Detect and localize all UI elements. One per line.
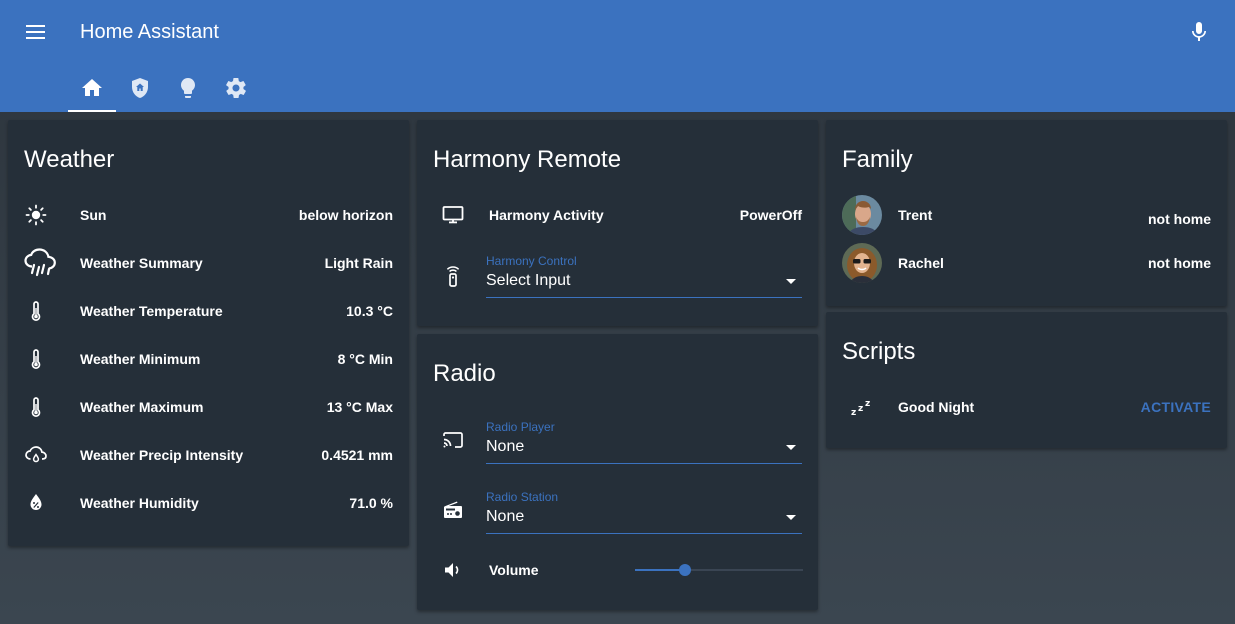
thermometer-icon [24, 339, 64, 379]
person-name: Trent [898, 207, 933, 223]
home-icon [82, 79, 102, 96]
person-state: not home [1148, 211, 1211, 227]
entity-name: Sun [80, 207, 107, 223]
entity-row-sun[interactable]: Sun below horizon [24, 195, 393, 235]
entity-row-harmony-activity[interactable]: Harmony Activity PowerOff [433, 195, 802, 235]
app-title: Home Assistant [80, 21, 219, 43]
entity-state: 0.4521 mm [321, 447, 393, 463]
entity-state: 8 °C Min [337, 351, 393, 367]
chevron-down-icon [786, 445, 796, 450]
person-row-trent[interactable]: Trent not home [842, 195, 1211, 235]
home-shield-icon [132, 78, 148, 98]
rain-cloud-icon [24, 243, 64, 283]
tab-settings[interactable] [212, 64, 260, 112]
sleep-icon: zzz [842, 387, 882, 427]
volume-label: Volume [489, 562, 539, 578]
thermometer-icon [24, 291, 64, 331]
svg-text:z: z [858, 404, 863, 414]
person-state: not home [1148, 255, 1211, 271]
entity-row-weather-humidity[interactable]: Weather Humidity 71.0 % [24, 483, 393, 523]
family-card: Family Trent not home Rachel not home [826, 120, 1227, 306]
remote-icon [441, 264, 465, 288]
chevron-down-icon [786, 515, 796, 520]
humidity-icon [24, 483, 64, 523]
card-title: Family [842, 146, 913, 173]
radio-station-select[interactable]: Radio Station None [486, 490, 802, 534]
entity-state: Light Rain [324, 255, 393, 271]
radio-card: Radio Radio Player None Radio Station No… [417, 334, 818, 610]
avatar [842, 243, 882, 283]
select-value: Select Input [486, 272, 571, 289]
lightbulb-icon [181, 78, 195, 98]
tab-home[interactable] [68, 64, 116, 112]
microphone-icon[interactable] [1187, 20, 1211, 44]
svg-text:z: z [851, 408, 856, 418]
script-row-good-night[interactable]: zzz Good Night ACTIVATE [842, 387, 1211, 427]
entity-row-precip-intensity[interactable]: Weather Precip Intensity 0.4521 mm [24, 435, 393, 475]
card-title: Weather [24, 146, 115, 173]
select-label: Radio Player [486, 420, 555, 434]
entity-state: 13 °C Max [326, 399, 393, 415]
avatar [842, 195, 882, 235]
volume-icon [433, 550, 473, 590]
select-value: None [486, 508, 525, 525]
entity-name: Weather Maximum [80, 399, 204, 415]
tab-security[interactable] [116, 64, 164, 112]
app-header: Home Assistant [0, 0, 1235, 112]
card-title: Scripts [842, 338, 916, 365]
gear-icon [226, 78, 246, 98]
view-tabs [68, 64, 260, 112]
tab-lights[interactable] [164, 64, 212, 112]
card-title: Harmony Remote [433, 146, 622, 173]
cloud-drop-icon [24, 435, 64, 475]
select-label: Radio Station [486, 490, 559, 504]
select-value: None [486, 438, 525, 455]
harmony-control-select[interactable]: Harmony Control Select Input [486, 254, 802, 298]
svg-text:z: z [865, 399, 870, 409]
radio-icon [441, 498, 465, 522]
entity-name: Weather Temperature [80, 303, 223, 319]
volume-slider[interactable] [635, 558, 803, 582]
select-label: Harmony Control [486, 254, 577, 268]
entity-row-weather-temperature[interactable]: Weather Temperature 10.3 °C [24, 291, 393, 331]
entity-row-weather-summary[interactable]: Weather Summary Light Rain [24, 243, 393, 283]
person-name: Rachel [898, 255, 944, 271]
card-title: Radio [433, 360, 496, 387]
radio-player-select[interactable]: Radio Player None [486, 420, 802, 464]
thermometer-icon [24, 387, 64, 427]
scripts-card: Scripts zzz Good Night ACTIVATE [826, 312, 1227, 448]
entity-state: 10.3 °C [346, 303, 393, 319]
volume-row: Volume [433, 550, 803, 590]
entity-name: Weather Precip Intensity [80, 447, 244, 463]
sun-icon [24, 195, 64, 235]
entity-name: Weather Summary [80, 255, 203, 271]
cast-icon [441, 428, 465, 452]
slider-knob[interactable] [679, 564, 691, 576]
entity-row-weather-maximum[interactable]: Weather Maximum 13 °C Max [24, 387, 393, 427]
entity-row-weather-minimum[interactable]: Weather Minimum 8 °C Min [24, 339, 393, 379]
weather-card: Weather Sun below horizon Weather Summar… [8, 120, 409, 546]
entity-name: Weather Humidity [80, 495, 199, 511]
entity-name: Harmony Activity [489, 207, 604, 223]
slider-fill [635, 569, 685, 571]
entity-state: 71.0 % [349, 495, 393, 511]
entity-state: PowerOff [739, 207, 802, 223]
script-name: Good Night [898, 399, 975, 415]
entity-name: Weather Minimum [80, 351, 201, 367]
harmony-remote-card: Harmony Remote Harmony Activity PowerOff… [417, 120, 818, 326]
monitor-icon [433, 195, 473, 235]
chevron-down-icon [786, 279, 796, 284]
person-row-rachel[interactable]: Rachel not home [842, 243, 1211, 283]
menu-icon[interactable] [24, 22, 48, 42]
activate-button[interactable]: ACTIVATE [1141, 399, 1211, 415]
entity-state: below horizon [298, 207, 393, 223]
